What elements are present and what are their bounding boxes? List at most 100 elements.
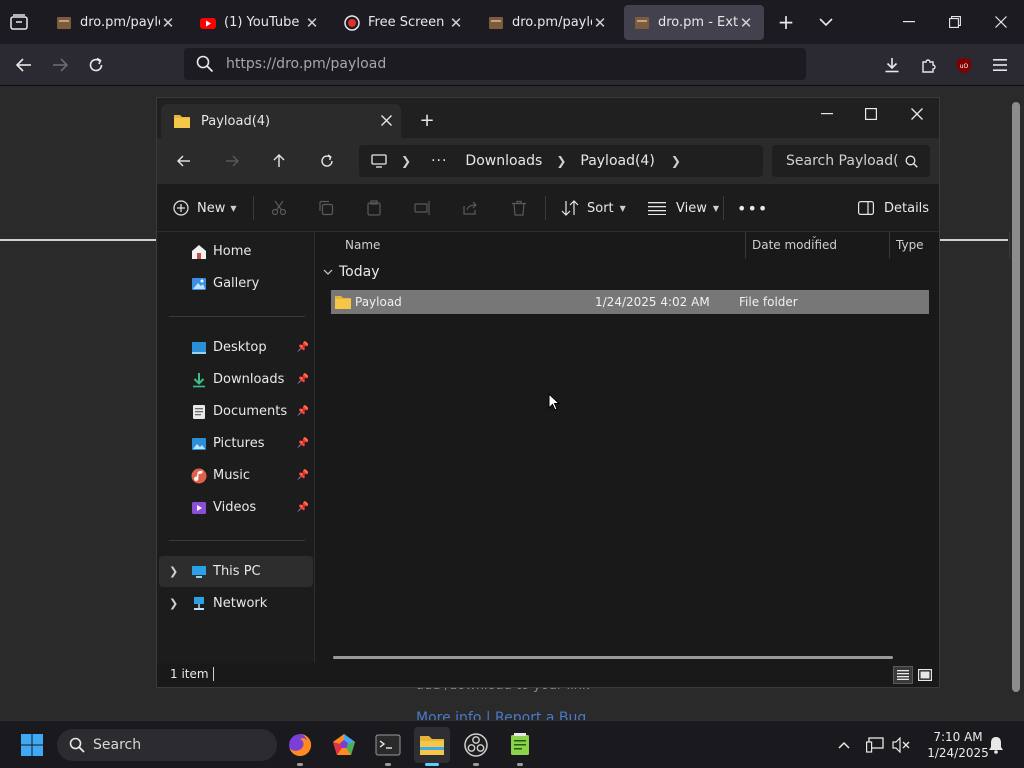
new-button[interactable]: New ▼ <box>173 184 237 232</box>
chevron-right-icon[interactable]: ❯ <box>169 565 178 578</box>
tab-close-icon[interactable]: ✕ <box>304 14 320 32</box>
tab-close-icon[interactable]: ✕ <box>738 14 754 32</box>
tab-close-icon[interactable]: ✕ <box>592 14 608 32</box>
sort-button[interactable]: Sort ▼ <box>561 184 626 232</box>
browser-tab-5-active[interactable]: dro.pm - Extrem ✕ <box>624 5 764 40</box>
scrollbar-thumb[interactable] <box>1012 102 1020 692</box>
paste-button[interactable] <box>366 184 382 232</box>
taskbar-search[interactable]: Search <box>57 729 277 761</box>
tab-list-icon[interactable] <box>8 12 30 32</box>
tiles-view-toggle[interactable] <box>915 666 935 684</box>
address-bar[interactable]: ❯ ··· Downloads ❯ Payload(4) ❯ <box>359 145 763 177</box>
back-icon[interactable] <box>173 150 195 172</box>
ublock-origin-icon[interactable]: uO <box>952 53 976 77</box>
column-header-name[interactable]: Name <box>345 232 380 258</box>
forward-icon[interactable] <box>221 150 243 172</box>
search-box[interactable]: Search Payload( <box>772 145 930 177</box>
maximize-icon[interactable] <box>861 104 881 124</box>
horizontal-scrollbar[interactable] <box>333 656 893 659</box>
sidebar-item-home[interactable]: Home <box>159 236 313 267</box>
sidebar-item-pictures[interactable]: Pictures 📌 <box>159 428 313 459</box>
taskbar-app-pentagon[interactable] <box>326 727 362 763</box>
sidebar-item-network[interactable]: ❯ Network <box>159 588 313 619</box>
file-row[interactable]: Payload 1/24/2025 4:02 AM File folder <box>331 290 929 314</box>
menu-hamburger-icon[interactable] <box>988 53 1012 77</box>
new-tab-icon[interactable]: + <box>417 110 437 131</box>
chevron-right-icon[interactable]: ❯ <box>671 154 681 168</box>
pin-icon[interactable]: 📌 <box>297 342 309 353</box>
sidebar-item-videos[interactable]: Videos 📌 <box>159 492 313 523</box>
sidebar-item-gallery[interactable]: Gallery <box>159 268 313 299</box>
details-view-toggle[interactable] <box>893 666 913 684</box>
search-icon <box>196 55 214 73</box>
taskbar-app-terminal[interactable] <box>370 727 406 766</box>
start-button[interactable] <box>14 727 50 763</box>
minimize-icon[interactable] <box>817 104 837 124</box>
column-divider[interactable] <box>889 232 890 258</box>
taskbar-app-firefox[interactable] <box>282 727 318 766</box>
sort-label: Sort <box>587 200 614 216</box>
notification-bell-icon[interactable] <box>986 735 1006 755</box>
sidebar-item-downloads[interactable]: Downloads 📌 <box>159 364 313 395</box>
details-button[interactable]: Details <box>858 184 929 232</box>
pin-icon[interactable]: 📌 <box>297 406 309 417</box>
explorer-title-bar: Payload(4) + <box>157 98 939 138</box>
tab-overflow-chevron-icon[interactable] <box>814 10 838 34</box>
breadcrumb-payload4[interactable]: Payload(4) <box>580 153 654 169</box>
sidebar-item-this-pc[interactable]: ❯ This PC <box>159 556 313 587</box>
column-header-date-modified[interactable]: Date modified <box>752 232 837 258</box>
minimize-icon[interactable] <box>898 12 920 32</box>
downloads-icon[interactable] <box>880 53 904 77</box>
sidebar-item-music[interactable]: Music 📌 <box>159 460 313 491</box>
taskbar-app-file-explorer[interactable] <box>414 727 450 766</box>
tab-close-icon[interactable]: ✕ <box>160 14 176 32</box>
chevron-right-icon[interactable]: ❯ <box>556 154 566 168</box>
view-button[interactable]: View ▼ <box>648 184 719 232</box>
sidebar-item-desktop[interactable]: Desktop 📌 <box>159 332 313 363</box>
more-options-icon[interactable]: ••• <box>737 184 768 232</box>
new-tab-icon[interactable]: + <box>774 10 798 34</box>
refresh-icon[interactable] <box>316 150 338 172</box>
back-icon[interactable] <box>12 53 36 77</box>
pin-icon[interactable]: 📌 <box>297 374 309 385</box>
url-bar[interactable]: https://dro.pm/payload <box>184 48 806 80</box>
delete-button[interactable] <box>511 184 527 232</box>
browser-tab-1[interactable]: dro.pm/payload ✕ <box>46 5 186 40</box>
close-window-icon[interactable] <box>990 12 1012 32</box>
group-header-today[interactable]: Today <box>323 264 380 280</box>
up-icon[interactable] <box>268 150 290 172</box>
browser-tab-2[interactable]: (1) YouTube ✕ <box>190 5 330 40</box>
cut-button[interactable] <box>271 184 287 232</box>
sidebar-item-documents[interactable]: Documents 📌 <box>159 396 313 427</box>
rename-button[interactable] <box>414 184 432 232</box>
column-divider[interactable] <box>1009 232 1010 258</box>
browser-tab-3[interactable]: Free Screen Reco ✕ <box>334 5 474 40</box>
extensions-puzzle-icon[interactable] <box>916 53 940 77</box>
copy-button[interactable] <box>318 184 334 232</box>
tab-close-icon[interactable]: ✕ <box>448 14 464 32</box>
forward-icon[interactable] <box>48 53 72 77</box>
tray-overflow-chevron-icon[interactable] <box>834 735 854 755</box>
taskbar-app-obs[interactable] <box>458 727 494 766</box>
tab-close-icon[interactable] <box>381 115 392 126</box>
chevron-right-icon[interactable]: ❯ <box>401 154 411 168</box>
page-scrollbar[interactable] <box>1008 86 1024 720</box>
column-divider[interactable] <box>745 232 746 258</box>
close-window-icon[interactable] <box>907 104 927 124</box>
pin-icon[interactable]: 📌 <box>297 438 309 449</box>
taskbar-app-notepad[interactable] <box>502 727 538 766</box>
network-tray-icon[interactable] <box>864 735 886 755</box>
volume-muted-icon[interactable] <box>890 735 912 755</box>
pin-icon[interactable]: 📌 <box>297 470 309 481</box>
sidebar-item-label: Gallery <box>213 276 260 291</box>
explorer-tab[interactable]: Payload(4) <box>161 104 401 138</box>
browser-tab-4[interactable]: dro.pm/payload ✕ <box>478 5 618 40</box>
pin-icon[interactable]: 📌 <box>297 502 309 513</box>
share-button[interactable] <box>462 184 478 232</box>
chevron-right-icon[interactable]: ❯ <box>169 597 178 610</box>
reload-icon[interactable] <box>84 53 108 77</box>
column-header-type[interactable]: Type <box>896 232 924 258</box>
restore-icon[interactable] <box>944 12 966 32</box>
more-ellipsis-icon[interactable]: ··· <box>431 153 447 169</box>
breadcrumb-downloads[interactable]: Downloads <box>465 153 542 169</box>
